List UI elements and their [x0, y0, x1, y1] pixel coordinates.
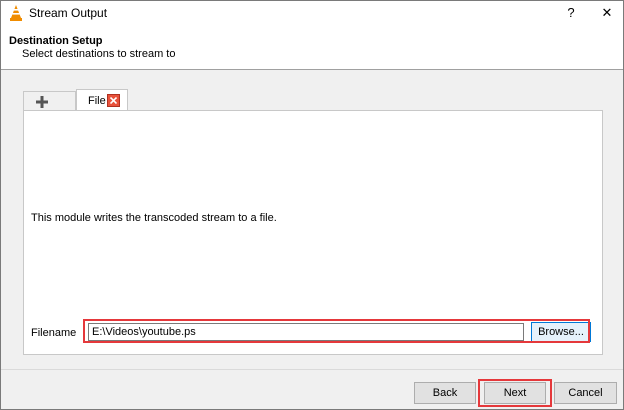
file-tab-panel: [23, 110, 603, 355]
filename-label: Filename: [31, 327, 77, 339]
header-divider: [1, 69, 623, 70]
wizard-header: Destination Setup Select destinations to…: [1, 25, 623, 69]
close-icon[interactable]: [107, 94, 120, 107]
close-window-button[interactable]: ✕: [597, 3, 617, 23]
vlc-cone-icon: [9, 5, 23, 21]
cancel-button[interactable]: Cancel: [554, 382, 617, 404]
tab-file-label: File: [88, 95, 106, 107]
browse-button[interactable]: Browse...: [531, 322, 591, 342]
window-title: Stream Output: [29, 6, 108, 20]
help-button[interactable]: ?: [561, 3, 581, 23]
page-subheading: Select destinations to stream to: [22, 48, 176, 60]
add-destination-tab[interactable]: [23, 91, 76, 112]
filename-input[interactable]: E:\Videos\youtube.ps: [88, 323, 524, 341]
page-heading: Destination Setup: [9, 35, 103, 47]
footer-divider: [1, 369, 623, 370]
title-bar[interactable]: Stream Output ? ✕: [1, 1, 623, 25]
module-description: This module writes the transcoded stream…: [31, 212, 277, 224]
tab-file[interactable]: File: [76, 89, 128, 111]
next-button[interactable]: Next: [484, 382, 546, 404]
stream-output-dialog: Stream Output ? ✕ Destination Setup Sele…: [0, 0, 624, 410]
back-button[interactable]: Back: [414, 382, 476, 404]
plus-icon: [36, 96, 48, 108]
